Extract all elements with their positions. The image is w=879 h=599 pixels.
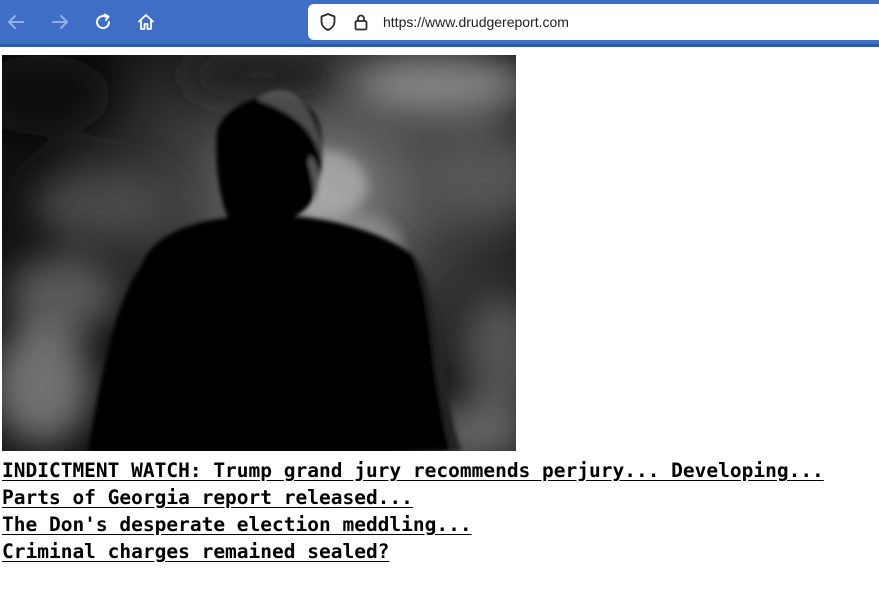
headline-link-georgia-report[interactable]: Parts of Georgia report released... xyxy=(2,486,413,509)
home-button[interactable] xyxy=(133,9,159,35)
home-icon xyxy=(138,14,154,30)
headline-photo[interactable] xyxy=(2,55,516,451)
headline-link-election-meddling[interactable]: The Don's desperate election meddling... xyxy=(2,513,472,536)
headline-list: INDICTMENT WATCH: Trump grand jury recom… xyxy=(2,457,824,565)
list-item: The Don's desperate election meddling... xyxy=(2,511,824,538)
url-text[interactable]: https://www.drudgereport.com xyxy=(383,14,569,30)
forward-arrow-icon xyxy=(52,15,68,29)
shield-icon[interactable] xyxy=(318,12,338,32)
list-item: Parts of Georgia report released... xyxy=(2,484,824,511)
browser-toolbar: https://www.drudgereport.com xyxy=(0,0,879,44)
toolbar-divider xyxy=(0,44,879,47)
reload-icon xyxy=(96,13,111,30)
list-item: INDICTMENT WATCH: Trump grand jury recom… xyxy=(2,457,824,484)
address-bar[interactable]: https://www.drudgereport.com xyxy=(308,4,879,40)
back-arrow-icon xyxy=(8,15,24,29)
back-button[interactable] xyxy=(3,9,29,35)
silhouette-photo xyxy=(2,55,516,451)
list-item: Criminal charges remained sealed? xyxy=(2,538,824,565)
headline-link-indictment-watch[interactable]: INDICTMENT WATCH: Trump grand jury recom… xyxy=(2,459,824,482)
headline-link-criminal-charges[interactable]: Criminal charges remained sealed? xyxy=(2,540,389,563)
lock-icon[interactable] xyxy=(351,12,371,32)
forward-button[interactable] xyxy=(47,9,73,35)
reload-button[interactable] xyxy=(90,9,116,35)
